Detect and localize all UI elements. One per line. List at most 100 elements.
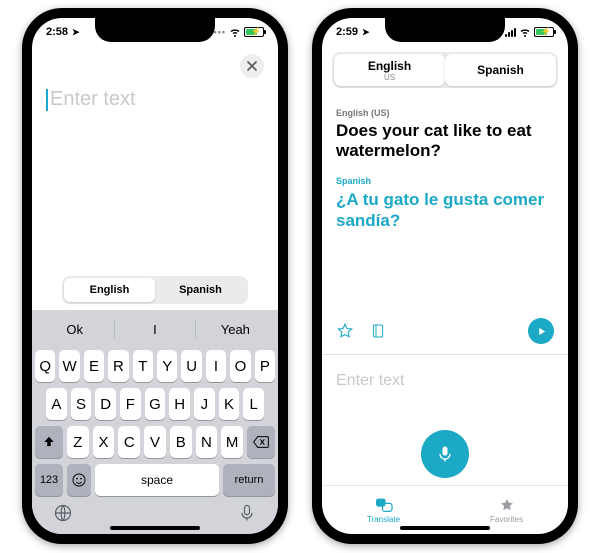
key-row-2: A S D F G H J K L (35, 388, 275, 420)
key-emoji[interactable] (67, 464, 91, 496)
key-c[interactable]: C (118, 426, 140, 458)
key-o[interactable]: O (230, 350, 250, 382)
text-caret (46, 89, 48, 111)
input-placeholder: Enter text (50, 88, 136, 110)
screen-right: 2:59 ➤ ⚡ English US Spanish English (US)… (322, 18, 568, 534)
target-lang-label: Spanish (336, 176, 554, 186)
segment-target-label: Spanish (179, 284, 222, 296)
key-t[interactable]: T (133, 350, 153, 382)
key-row-4: 123 space return (35, 464, 275, 496)
key-d[interactable]: D (95, 388, 116, 420)
key-row-1: Q W E R T Y U I O P (35, 350, 275, 382)
key-m[interactable]: M (221, 426, 243, 458)
target-text[interactable]: ¿A tu gato le gusta comer sandía? (336, 189, 554, 232)
tab-translate-label: Translate (367, 515, 400, 524)
phone-right: 2:59 ➤ ⚡ English US Spanish English (US)… (312, 8, 578, 544)
action-right-group (528, 318, 554, 344)
action-left-group (336, 322, 386, 340)
suggestion-0[interactable]: Ok (35, 314, 114, 344)
segment-source-label: English (90, 284, 130, 296)
segment-source-label: English (368, 59, 411, 73)
key-i[interactable]: I (206, 350, 226, 382)
close-icon (247, 61, 257, 71)
status-indicators: ••• ⚡ (214, 26, 264, 38)
status-bar: 2:59 ➤ ⚡ (322, 18, 568, 46)
suggestion-2[interactable]: Yeah (196, 314, 275, 344)
key-row-3: Z X C V B N M (35, 426, 275, 458)
location-icon: ➤ (362, 27, 370, 38)
suggestion-1[interactable]: I (115, 314, 194, 344)
key-v[interactable]: V (144, 426, 166, 458)
wifi-icon (229, 26, 241, 38)
target-block: Spanish ¿A tu gato le gusta comer sandía… (336, 176, 554, 232)
mic-icon (435, 444, 455, 464)
segment-source[interactable]: English (64, 278, 155, 302)
delete-icon (253, 436, 269, 448)
key-l[interactable]: L (243, 388, 264, 420)
home-indicator[interactable] (110, 526, 200, 530)
language-segment[interactable]: English US Spanish (332, 52, 558, 88)
key-q[interactable]: Q (35, 350, 55, 382)
status-time: 2:58 (46, 26, 68, 38)
key-u[interactable]: U (181, 350, 201, 382)
key-p[interactable]: P (255, 350, 275, 382)
key-space[interactable]: space (95, 464, 219, 496)
star-icon (498, 497, 516, 513)
globe-icon[interactable] (53, 503, 73, 523)
play-audio-button[interactable] (528, 318, 554, 344)
key-h[interactable]: H (169, 388, 190, 420)
close-button[interactable] (240, 54, 264, 78)
source-lang-label: English (US) (336, 108, 554, 118)
signal-icon (505, 27, 516, 37)
divider (322, 354, 568, 355)
segment-source[interactable]: English US (334, 54, 445, 86)
favorite-star-icon[interactable] (336, 322, 354, 340)
status-time-group: 2:58 ➤ (46, 26, 80, 38)
segment-target[interactable]: Spanish (445, 54, 556, 86)
status-time-group: 2:59 ➤ (336, 26, 370, 38)
screen-left: 2:58 ➤ ••• ⚡ Enter text English Spanish … (32, 18, 278, 534)
key-y[interactable]: Y (157, 350, 177, 382)
key-j[interactable]: J (194, 388, 215, 420)
tab-favorites-label: Favorites (490, 515, 523, 524)
status-bar: 2:58 ➤ ••• ⚡ (32, 18, 278, 46)
key-s[interactable]: S (71, 388, 92, 420)
mic-icon[interactable] (237, 503, 257, 523)
status-time: 2:59 (336, 26, 358, 38)
key-f[interactable]: F (120, 388, 141, 420)
text-input[interactable]: Enter text (46, 88, 264, 111)
wifi-icon (519, 26, 531, 38)
home-indicator[interactable] (400, 526, 490, 530)
location-icon: ➤ (72, 27, 80, 38)
key-shift[interactable] (35, 426, 63, 458)
emoji-icon (71, 472, 87, 488)
phone-left: 2:58 ➤ ••• ⚡ Enter text English Spanish … (22, 8, 288, 544)
segment-target[interactable]: Spanish (155, 278, 246, 302)
battery-icon: ⚡ (534, 27, 554, 37)
mic-button[interactable] (421, 430, 469, 478)
key-w[interactable]: W (59, 350, 79, 382)
key-a[interactable]: A (46, 388, 67, 420)
key-return[interactable]: return (223, 464, 275, 496)
action-row (336, 318, 554, 344)
key-z[interactable]: Z (67, 426, 89, 458)
keyboard-footer (35, 496, 275, 530)
key-x[interactable]: X (93, 426, 115, 458)
battery-icon: ⚡ (244, 27, 264, 37)
keyboard: Ok I Yeah Q W E R T Y U I O P A S (32, 310, 278, 534)
key-b[interactable]: B (170, 426, 192, 458)
dictionary-icon[interactable] (370, 322, 386, 340)
input-placeholder[interactable]: Enter text (336, 372, 404, 390)
key-r[interactable]: R (108, 350, 128, 382)
source-text[interactable]: Does your cat like to eat watermelon? (336, 121, 554, 162)
language-segment[interactable]: English Spanish (62, 276, 248, 304)
translate-icon (374, 497, 394, 513)
key-k[interactable]: K (219, 388, 240, 420)
key-e[interactable]: E (84, 350, 104, 382)
key-delete[interactable] (247, 426, 275, 458)
key-g[interactable]: G (145, 388, 166, 420)
key-123[interactable]: 123 (35, 464, 63, 496)
status-indicators: ⚡ (505, 26, 554, 38)
key-n[interactable]: N (196, 426, 218, 458)
play-icon (536, 326, 547, 337)
